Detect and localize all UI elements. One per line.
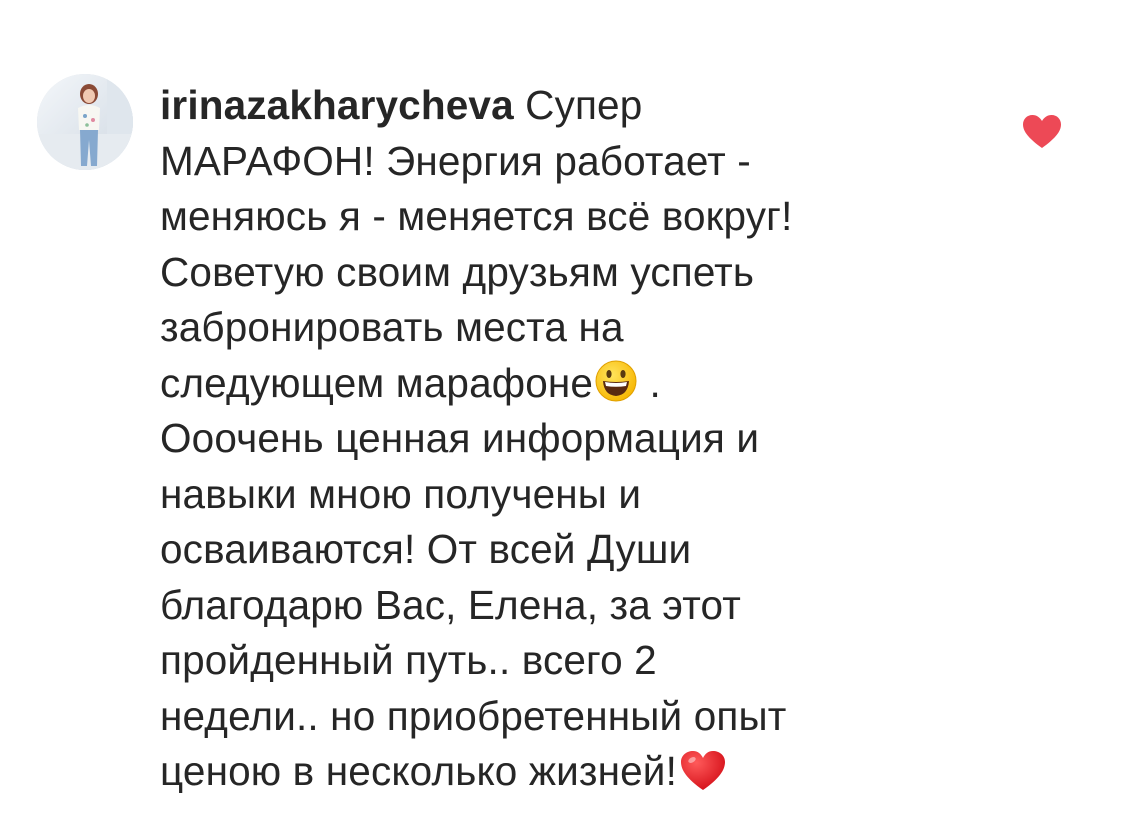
- comment-line: ценою в несколько жизней!: [160, 744, 960, 800]
- comment-line: следующем марафоне .: [160, 359, 661, 406]
- like-button[interactable]: [1022, 114, 1062, 150]
- comment-text-fragment: .: [638, 359, 661, 406]
- heart-icon: [1023, 115, 1061, 148]
- comment-line: благодарю Вас, Елена, за этот: [160, 581, 741, 628]
- avatar-photo: [37, 74, 133, 170]
- comment-line: пройденный путь.. всего 2: [160, 637, 657, 683]
- comment-line: Ооочень ценная информация и: [160, 415, 760, 461]
- comment-row: irinazakharycheva Супер МАРАФОН! Энергия…: [0, 0, 1125, 834]
- comment-line: Советую своим друзьям успеть: [160, 248, 755, 295]
- comment-line: irinazakharycheva Супер: [160, 82, 643, 128]
- comment-line: осваиваются! От всей Души: [160, 526, 692, 572]
- comment-line: МАРАФОН! Энергия работает -: [160, 137, 751, 184]
- red-heart-emoji: [680, 751, 725, 790]
- comment-line: забронировать места на: [160, 304, 624, 350]
- comment-text: irinazakharycheva Супер МАРАФОН! Энергия…: [160, 78, 960, 800]
- avatar[interactable]: [37, 74, 133, 170]
- username-link[interactable]: irinazakharycheva: [160, 82, 514, 128]
- comment-line: меняюсь я - меняется всё вокруг!: [160, 193, 793, 239]
- comment-line: недели.. но приобретенный опыт: [160, 692, 787, 739]
- comment-line: навыки мною получены и: [160, 470, 642, 517]
- smiley-face-emoji: [595, 360, 637, 401]
